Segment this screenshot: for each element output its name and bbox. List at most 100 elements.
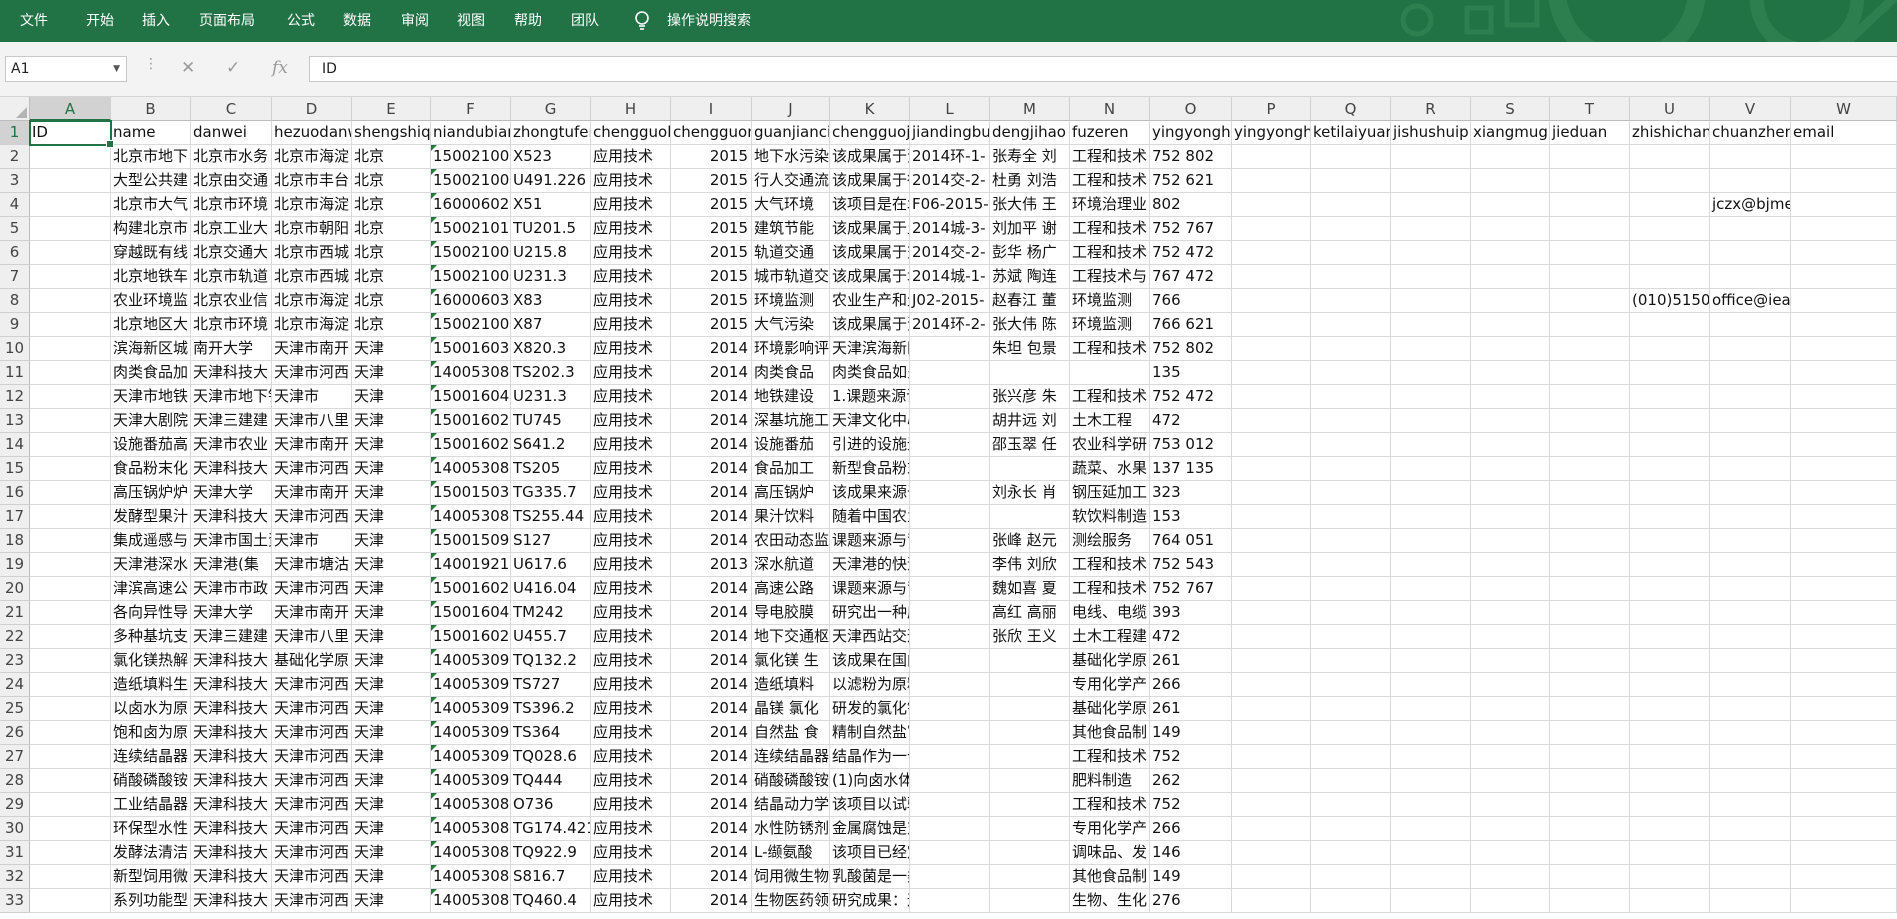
table-cell[interactable] <box>1471 193 1550 217</box>
table-cell[interactable]: 752 <box>1150 745 1232 769</box>
column-header-E[interactable]: E <box>352 97 431 121</box>
table-cell[interactable]: 结晶作为一个分离过程，与蒸馏等其他常 <box>830 745 910 769</box>
table-cell[interactable] <box>1471 505 1550 529</box>
table-cell[interactable] <box>910 649 990 673</box>
table-cell[interactable] <box>1471 337 1550 361</box>
table-cell[interactable] <box>1232 601 1311 625</box>
table-cell[interactable]: 393 <box>1150 601 1232 625</box>
header-cell[interactable]: jieduan <box>1550 121 1630 145</box>
table-cell[interactable]: 天津港深水 <box>111 553 191 577</box>
table-cell[interactable] <box>1550 457 1630 481</box>
table-cell[interactable] <box>1471 169 1550 193</box>
table-cell[interactable]: 集成遥感与 <box>111 529 191 553</box>
table-cell[interactable] <box>30 145 111 169</box>
table-cell[interactable]: 天津 <box>352 889 431 913</box>
table-cell[interactable]: TQ444 <box>511 769 591 793</box>
table-cell[interactable]: U617.6 <box>511 553 591 577</box>
row-header-4[interactable]: 4 <box>0 193 30 217</box>
table-cell[interactable] <box>1232 769 1311 793</box>
column-header-M[interactable]: M <box>990 97 1070 121</box>
table-cell[interactable]: 北京 <box>352 169 431 193</box>
table-cell[interactable] <box>1311 529 1391 553</box>
table-cell[interactable]: 天津市河西 <box>272 457 352 481</box>
table-cell[interactable]: 天津 <box>352 505 431 529</box>
header-cell[interactable]: ID <box>30 121 111 145</box>
table-cell[interactable] <box>910 817 990 841</box>
table-cell[interactable]: 工程和技术 <box>1070 337 1150 361</box>
table-cell[interactable] <box>1710 889 1791 913</box>
column-header-W[interactable]: W <box>1791 97 1897 121</box>
table-cell[interactable]: X51 <box>511 193 591 217</box>
table-cell[interactable]: 刘加平 谢 <box>990 217 1070 241</box>
table-cell[interactable] <box>1550 265 1630 289</box>
table-cell[interactable]: 14005308 <box>431 817 511 841</box>
select-all-corner[interactable] <box>0 97 30 121</box>
table-cell[interactable] <box>1391 745 1471 769</box>
table-cell[interactable]: 天津市河西 <box>272 793 352 817</box>
table-cell[interactable] <box>990 697 1070 721</box>
table-cell[interactable] <box>1550 433 1630 457</box>
header-cell[interactable]: jishushuiping <box>1391 121 1471 145</box>
table-cell[interactable]: 肥料制造 <box>1070 769 1150 793</box>
table-cell[interactable]: 天津 <box>352 625 431 649</box>
table-cell[interactable]: 天津市南开 <box>272 433 352 457</box>
table-cell[interactable]: S816.7 <box>511 865 591 889</box>
table-cell[interactable] <box>1311 793 1391 817</box>
table-cell[interactable] <box>1710 313 1791 337</box>
table-cell[interactable]: 蔬菜、水果 <box>1070 457 1150 481</box>
table-cell[interactable] <box>990 865 1070 889</box>
table-cell[interactable]: 752 802 <box>1150 337 1232 361</box>
table-cell[interactable]: 天津市河西 <box>272 721 352 745</box>
table-cell[interactable]: 连续结晶器 <box>111 745 191 769</box>
table-cell[interactable]: TQ028.6 <box>511 745 591 769</box>
table-cell[interactable]: 生物医药领 <box>752 889 830 913</box>
table-cell[interactable]: 2015 <box>671 145 752 169</box>
table-cell[interactable] <box>1550 529 1630 553</box>
table-cell[interactable]: 2015 <box>671 193 752 217</box>
table-cell[interactable] <box>1550 409 1630 433</box>
table-cell[interactable]: 引进的设施无土栽培新技术， <box>830 433 910 457</box>
table-cell[interactable]: 该成果属于资源与环 <box>830 313 910 337</box>
table-cell[interactable] <box>30 625 111 649</box>
table-cell[interactable]: 14005309 <box>431 697 511 721</box>
table-cell[interactable]: 15002100 <box>431 241 511 265</box>
table-cell[interactable] <box>1630 193 1710 217</box>
header-cell[interactable]: yingyonghangyedaima <box>1232 121 1311 145</box>
table-cell[interactable]: 高压锅炉 <box>752 481 830 505</box>
table-cell[interactable]: 赵春江 董 <box>990 289 1070 313</box>
table-cell[interactable] <box>1550 193 1630 217</box>
table-cell[interactable]: 天津市河西 <box>272 769 352 793</box>
table-cell[interactable]: 朱坦 包景 <box>990 337 1070 361</box>
row-header-10[interactable]: 10 <box>0 337 30 361</box>
table-cell[interactable]: 天津 <box>352 673 431 697</box>
table-cell[interactable]: 应用技术 <box>591 601 671 625</box>
header-cell[interactable]: email <box>1791 121 1897 145</box>
table-cell[interactable] <box>1471 529 1550 553</box>
table-cell[interactable] <box>1391 505 1471 529</box>
row-header-30[interactable]: 30 <box>0 817 30 841</box>
table-cell[interactable]: 饱和卤为原 <box>111 721 191 745</box>
table-cell[interactable] <box>1391 337 1471 361</box>
table-cell[interactable]: 基础化学原 <box>272 649 352 673</box>
table-cell[interactable]: 北京 <box>352 265 431 289</box>
table-cell[interactable] <box>30 241 111 265</box>
table-cell[interactable]: 随着中国农业技术的不断进步，中国的农 <box>830 505 910 529</box>
table-cell[interactable]: 天津科技大 <box>191 673 272 697</box>
table-cell[interactable]: 天津 <box>352 793 431 817</box>
table-cell[interactable] <box>1630 313 1710 337</box>
table-cell[interactable]: 张大伟 王 <box>990 193 1070 217</box>
table-cell[interactable] <box>1311 841 1391 865</box>
table-cell[interactable]: 饲用微生物 <box>752 865 830 889</box>
table-cell[interactable]: 应用技术 <box>591 361 671 385</box>
table-cell[interactable]: 深基坑施工 <box>752 409 830 433</box>
table-cell[interactable] <box>1311 505 1391 529</box>
table-cell[interactable]: 建筑节能 <box>752 217 830 241</box>
table-cell[interactable]: 802 <box>1150 193 1232 217</box>
table-cell[interactable]: 环境治理业 <box>1070 193 1150 217</box>
table-cell[interactable] <box>30 601 111 625</box>
table-cell[interactable] <box>1791 697 1897 721</box>
table-cell[interactable]: 行人交通流 <box>752 169 830 193</box>
table-cell[interactable]: 硝酸磷酸铵 <box>752 769 830 793</box>
table-cell[interactable]: 15001602 <box>431 409 511 433</box>
table-cell[interactable] <box>1391 409 1471 433</box>
